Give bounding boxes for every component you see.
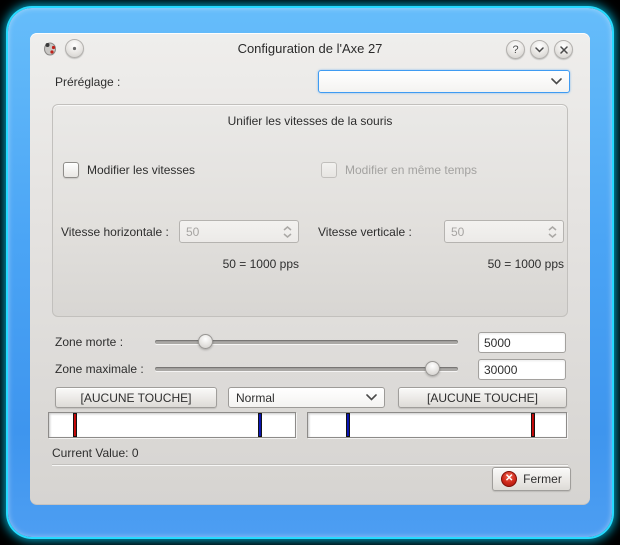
dead-zone-input[interactable] xyxy=(478,332,566,353)
key-assign-right-button[interactable]: [AUCUNE TOUCHE] xyxy=(398,387,567,408)
max-zone-slider-handle[interactable] xyxy=(425,361,440,376)
close-dialog-label: Fermer xyxy=(523,472,562,486)
dead-zone-slider[interactable] xyxy=(155,334,458,350)
modify-same-time-checkbox xyxy=(321,162,337,178)
curve-combobox-value: Normal xyxy=(236,391,275,405)
unify-speeds-groupbox: Unifier les vitesses de la souris Modifi… xyxy=(52,104,568,317)
preset-combobox[interactable] xyxy=(318,70,570,93)
v-speed-input xyxy=(451,225,531,239)
max-zone-slider[interactable] xyxy=(155,361,458,377)
dead-zone-slider-handle[interactable] xyxy=(198,334,213,349)
chevron-down-icon xyxy=(366,394,377,401)
h-speed-spinbox xyxy=(179,220,299,243)
key-assign-right-label: [AUCUNE TOUCHE] xyxy=(427,391,538,405)
close-window-button[interactable] xyxy=(554,40,573,59)
minimize-button[interactable] xyxy=(530,40,549,59)
divider xyxy=(52,464,568,465)
max-zone-label: Zone maximale : xyxy=(55,361,144,377)
max-zone-marker xyxy=(258,413,262,437)
max-zone-marker xyxy=(346,413,350,437)
dead-zone-marker xyxy=(73,413,77,437)
modify-speeds-checkbox[interactable] xyxy=(63,162,79,178)
v-speed-spinbox xyxy=(444,220,564,243)
current-value-text: Current Value: 0 xyxy=(52,445,139,461)
modify-same-time-label: Modifier en même temps xyxy=(345,162,477,178)
axis-range-bar-right xyxy=(307,412,567,438)
h-speed-label: Vitesse horizontale : xyxy=(61,224,169,240)
help-button[interactable]: ? xyxy=(506,40,525,59)
help-glyph: ? xyxy=(512,44,518,56)
spinner-arrows-icon xyxy=(283,226,292,238)
modify-speeds-label: Modifier les vitesses xyxy=(87,162,195,178)
curve-combobox[interactable]: Normal xyxy=(228,387,385,408)
screen: Configuration de l'Axe 27 ? Préréglage :… xyxy=(0,0,620,545)
v-speed-note: 50 = 1000 pps xyxy=(444,257,564,271)
groupbox-title: Unifier les vitesses de la souris xyxy=(53,114,567,128)
spinner-arrows-icon xyxy=(548,226,557,238)
h-speed-input xyxy=(186,225,266,239)
preset-label: Préréglage : xyxy=(55,74,120,90)
key-assign-left-label: [AUCUNE TOUCHE] xyxy=(81,391,192,405)
close-x-icon: ✕ xyxy=(501,471,517,487)
axis-range-bar-left xyxy=(48,412,296,438)
dead-zone-label: Zone morte : xyxy=(55,334,123,350)
max-zone-input[interactable] xyxy=(478,359,566,380)
dialog-window: Configuration de l'Axe 27 ? Préréglage :… xyxy=(30,33,590,505)
h-speed-note: 50 = 1000 pps xyxy=(179,257,299,271)
chevron-down-icon xyxy=(551,78,562,85)
dead-zone-marker xyxy=(531,413,535,437)
slider-track xyxy=(155,367,458,371)
key-assign-left-button[interactable]: [AUCUNE TOUCHE] xyxy=(55,387,217,408)
v-speed-label: Vitesse verticale : xyxy=(318,224,412,240)
close-dialog-button[interactable]: ✕ Fermer xyxy=(492,467,571,491)
